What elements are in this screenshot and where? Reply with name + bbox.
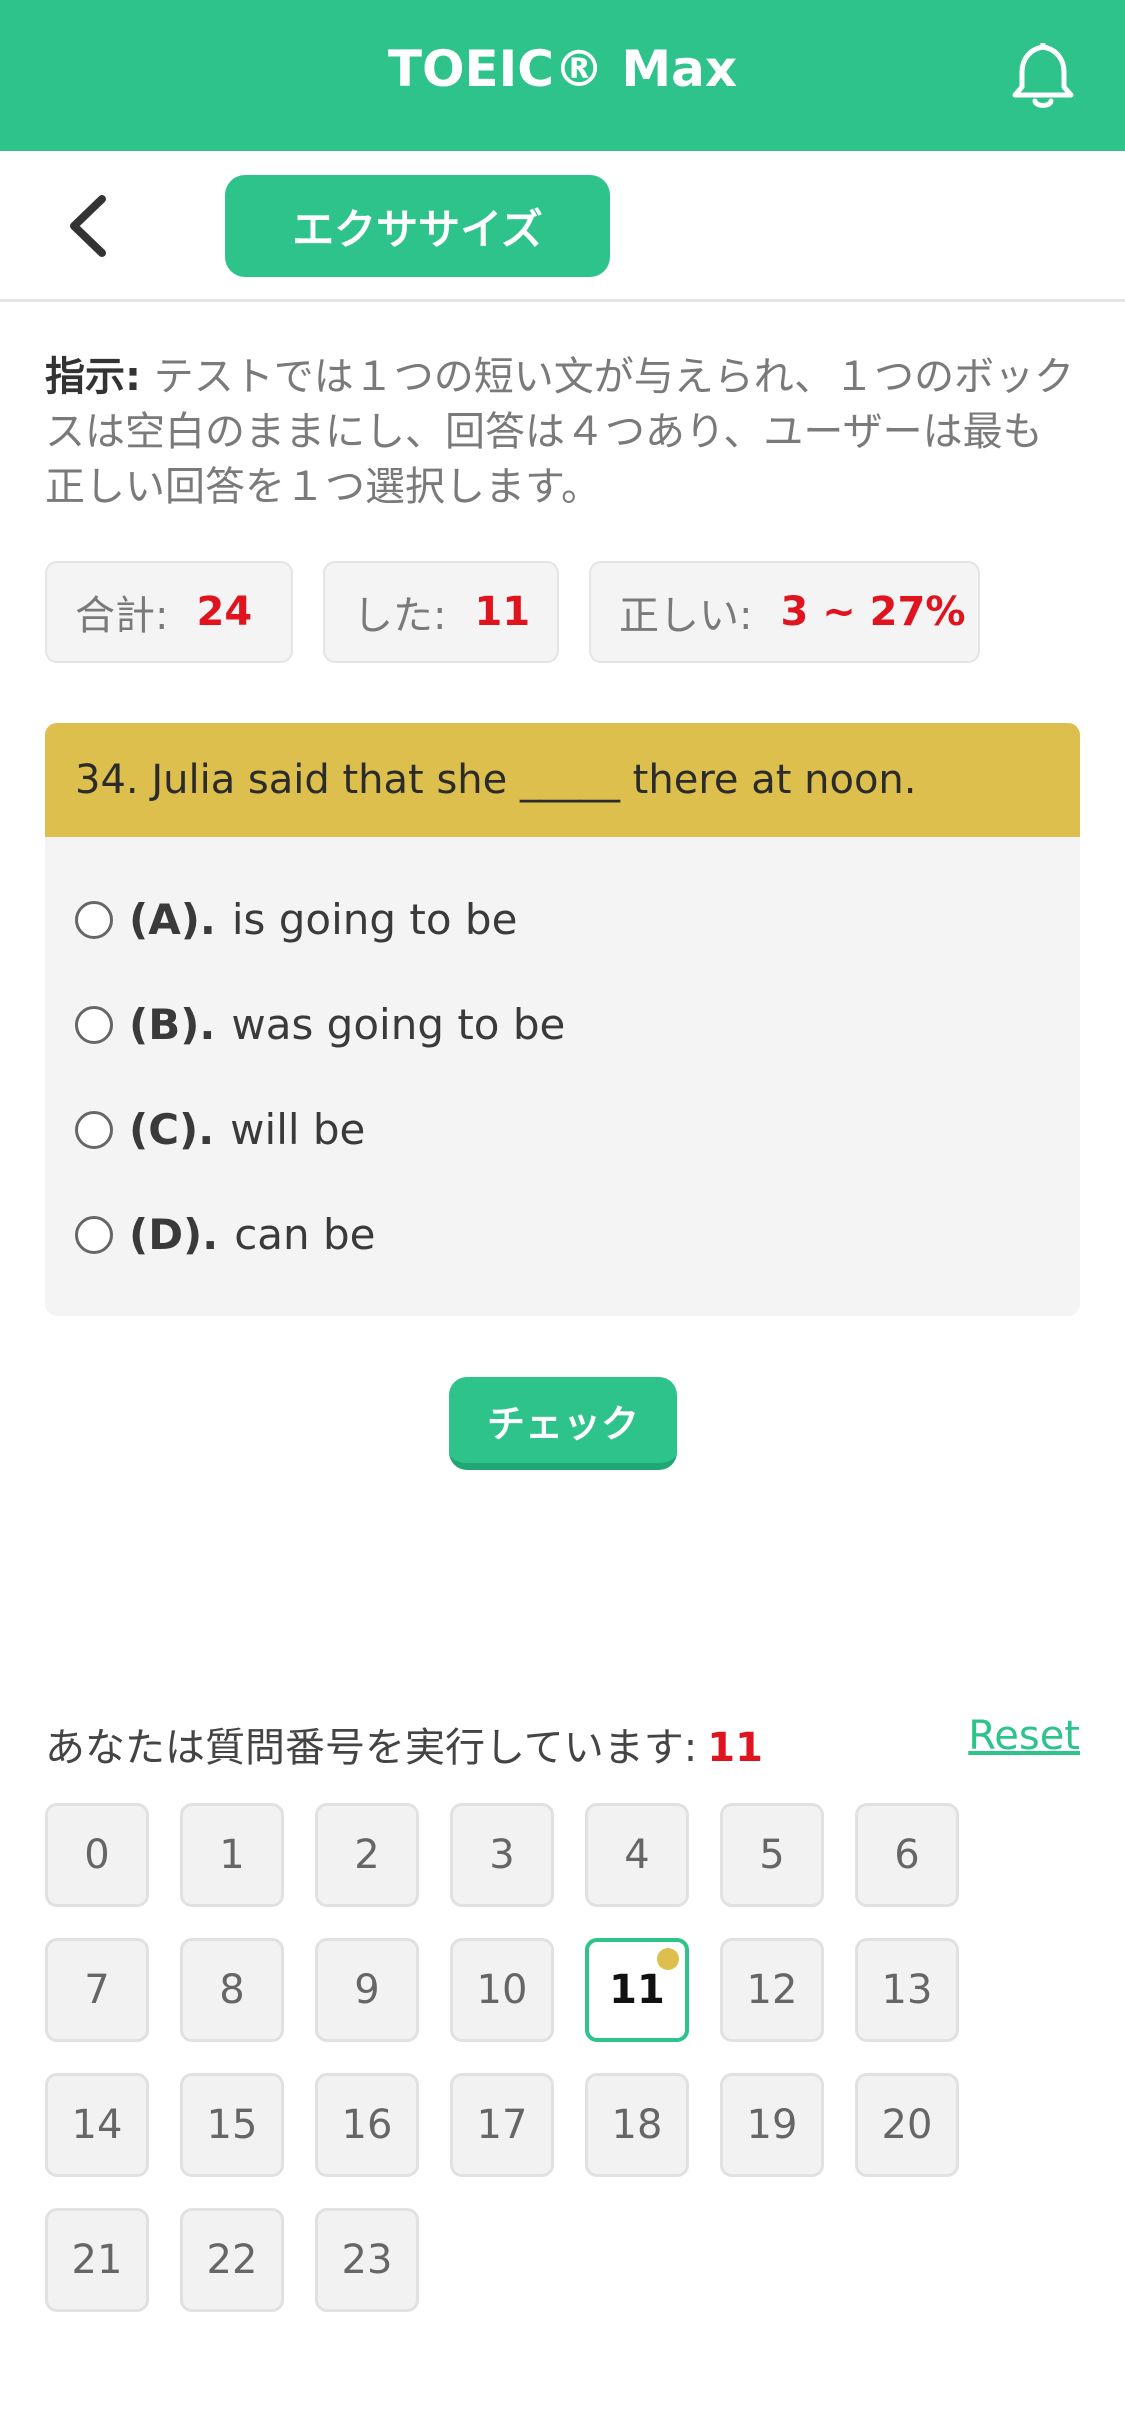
stat-total-value: 24 (196, 589, 253, 635)
tab-exercise[interactable]: エクササイズ (225, 175, 610, 277)
question-number-button[interactable]: 23 (315, 2208, 419, 2312)
question-number-button[interactable]: 16 (315, 2073, 419, 2177)
stat-done-label: した: (353, 593, 447, 639)
question-number-button[interactable]: 1 (180, 1803, 284, 1907)
bell-icon[interactable] (1003, 35, 1083, 115)
question-number-button[interactable]: 15 (180, 2073, 284, 2177)
question-number-button[interactable]: 5 (720, 1803, 824, 1907)
stat-total: 合計: 24 (45, 561, 293, 663)
option-text: will be (230, 1105, 366, 1154)
question-number-button[interactable]: 22 (180, 2208, 284, 2312)
option-c[interactable]: (C). will be (75, 1105, 365, 1154)
app-title: TOEIC® Max (387, 40, 738, 98)
instruction-label: 指示: (45, 354, 141, 400)
option-text: was going to be (231, 1000, 566, 1049)
question-number-button[interactable]: 0 (45, 1803, 149, 1907)
sub-bar: エクササイズ (0, 151, 1125, 302)
question-number-button[interactable]: 7 (45, 1938, 149, 2042)
question-number-button[interactable]: 11 (585, 1938, 689, 2042)
progress-indicator: あなたは質問番号を実行しています: 11 (45, 1715, 763, 1773)
question-number-button[interactable]: 17 (450, 2073, 554, 2177)
option-key: (D). (129, 1210, 219, 1259)
question-number-button[interactable]: 18 (585, 2073, 689, 2177)
option-text: can be (234, 1210, 376, 1259)
stat-done-value: 11 (474, 589, 531, 635)
question-number-button[interactable]: 14 (45, 2073, 149, 2177)
question-number-button[interactable]: 13 (855, 1938, 959, 2042)
stat-done: した: 11 (323, 561, 559, 663)
stat-correct-value: 3 ~ 27% (780, 589, 966, 635)
progress-current: 11 (707, 1725, 763, 1771)
question-number-button[interactable]: 9 (315, 1938, 419, 2042)
question-number-button[interactable]: 6 (855, 1803, 959, 1907)
option-key: (C). (129, 1105, 215, 1154)
option-key: (B). (129, 1000, 216, 1049)
radio-button[interactable] (75, 1215, 113, 1254)
question-card: 34. Julia said that she _____ there at n… (45, 723, 1080, 1316)
question-number-button[interactable]: 12 (720, 1938, 824, 2042)
radio-button[interactable] (75, 1110, 113, 1149)
question-number-button[interactable]: 20 (855, 2073, 959, 2177)
question-text: 34. Julia said that she _____ there at n… (45, 723, 1080, 837)
reset-link[interactable]: Reset (960, 1713, 1080, 1759)
option-text: is going to be (231, 895, 518, 944)
chevron-left-icon[interactable] (60, 191, 120, 261)
question-number-button[interactable]: 4 (585, 1803, 689, 1907)
question-number-button[interactable]: 10 (450, 1938, 554, 2042)
option-d[interactable]: (D). can be (75, 1210, 376, 1259)
radio-button[interactable] (75, 900, 113, 939)
question-number-button[interactable]: 21 (45, 2208, 149, 2312)
radio-button[interactable] (75, 1005, 113, 1044)
instruction: 指示: テストでは１つの短い文が与えられ、１つのボックスは空白のままにし、回答は… (45, 350, 1075, 515)
question-number-button[interactable]: 8 (180, 1938, 284, 2042)
question-number-button[interactable]: 3 (450, 1803, 554, 1907)
option-a[interactable]: (A). is going to be (75, 895, 517, 944)
check-button[interactable]: チェック (449, 1377, 677, 1470)
stat-correct-label: 正しい: (619, 593, 753, 639)
question-number-label: 11 (609, 1967, 665, 2013)
stat-total-label: 合計: (75, 593, 169, 639)
question-number-button[interactable]: 19 (720, 2073, 824, 2177)
current-indicator-dot (657, 1948, 679, 1970)
instruction-text: テストでは１つの短い文が与えられ、１つのボックスは空白のままにし、回答は４つあり… (45, 354, 1075, 510)
option-key: (A). (129, 895, 216, 944)
stat-correct: 正しい: 3 ~ 27% (589, 561, 980, 663)
progress-label: あなたは質問番号を実行しています: (45, 1725, 698, 1771)
question-number-button[interactable]: 2 (315, 1803, 419, 1907)
option-b[interactable]: (B). was going to be (75, 1000, 565, 1049)
app-bar: TOEIC® Max (0, 0, 1125, 151)
